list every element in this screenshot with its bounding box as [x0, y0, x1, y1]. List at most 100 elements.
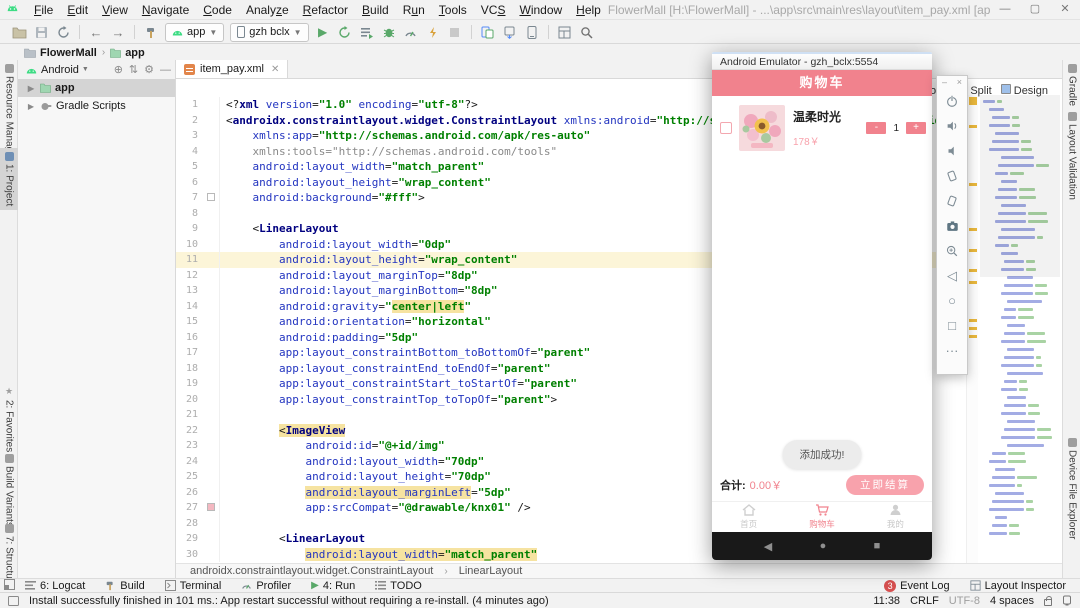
- emulator-more-icon[interactable]: ···: [937, 338, 967, 363]
- menu-code[interactable]: Code: [196, 3, 239, 17]
- rotate-right-icon[interactable]: [937, 188, 967, 213]
- toolstrip-favorites[interactable]: ★ 2: Favorites: [0, 386, 18, 452]
- build-hammer-icon[interactable]: [140, 23, 162, 41]
- emulator-minimize-icon[interactable]: –: [942, 77, 947, 87]
- toolbar-run[interactable]: ▶4: Run: [311, 580, 355, 592]
- screenshot-camera-icon[interactable]: [937, 213, 967, 238]
- menu-view[interactable]: View: [95, 3, 135, 17]
- expand-arrow-icon[interactable]: ▶: [26, 102, 36, 111]
- menu-edit[interactable]: Edit: [60, 3, 95, 17]
- layout-inspector-icon[interactable]: [554, 23, 576, 41]
- save-icon[interactable]: [30, 23, 52, 41]
- emulator-back-icon[interactable]: ◁: [937, 263, 967, 288]
- apply-changes-icon[interactable]: [422, 23, 444, 41]
- event-log-button[interactable]: 3Event Log: [884, 580, 950, 592]
- rerun-icon[interactable]: [334, 23, 356, 41]
- minimize-button[interactable]: —: [990, 0, 1020, 19]
- expand-arrow-icon[interactable]: ▶: [26, 84, 36, 93]
- back-arrow-icon[interactable]: ←: [85, 23, 107, 41]
- layout-inspector-button[interactable]: Layout Inspector: [970, 580, 1066, 592]
- collapse-all-icon[interactable]: ⇅: [129, 63, 138, 76]
- emulator-close-icon[interactable]: ×: [957, 77, 962, 87]
- menu-file[interactable]: File: [27, 3, 60, 17]
- crumb-constraintlayout[interactable]: androidx.constraintlayout.widget.Constra…: [190, 565, 433, 577]
- menu-window[interactable]: Window: [512, 3, 569, 17]
- run-config-select[interactable]: app ▼: [165, 23, 224, 42]
- minimap[interactable]: [980, 95, 1060, 563]
- emulator-home-icon[interactable]: ○: [937, 288, 967, 313]
- power-icon[interactable]: [937, 88, 967, 113]
- breadcrumb-module[interactable]: app: [110, 47, 145, 59]
- locate-file-icon[interactable]: ⊕: [114, 63, 123, 76]
- toolbar-profiler[interactable]: Profiler: [241, 580, 291, 592]
- breadcrumb-project[interactable]: FlowerMall: [24, 47, 97, 59]
- close-button[interactable]: ✕: [1050, 0, 1080, 19]
- menu-refactor[interactable]: Refactor: [296, 3, 355, 17]
- quantity-minus-button[interactable]: -: [866, 122, 886, 134]
- toolstrip-gradle[interactable]: Gradle: [1063, 64, 1080, 106]
- stop-icon[interactable]: [444, 23, 466, 41]
- nav-profile[interactable]: 我的: [859, 502, 932, 532]
- menu-analyze[interactable]: Analyze: [239, 3, 296, 17]
- maximize-button[interactable]: ▢: [1020, 0, 1050, 19]
- forward-arrow-icon[interactable]: →: [107, 23, 129, 41]
- debug-icon[interactable]: [378, 23, 400, 41]
- toolbar-terminal[interactable]: Terminal: [165, 580, 222, 592]
- emulator-title-bar[interactable]: Android Emulator - gzh_bclx:5554: [712, 52, 932, 70]
- device-manager-icon[interactable]: [477, 23, 499, 41]
- tab-close-icon[interactable]: ✕: [271, 64, 279, 75]
- toolwindow-switcher-icon[interactable]: [4, 579, 15, 593]
- android-back-button[interactable]: ◀: [764, 540, 772, 553]
- emulator-overview-icon[interactable]: □: [937, 313, 967, 338]
- nav-cart[interactable]: 购物车: [785, 502, 858, 532]
- notification-icon[interactable]: [1062, 595, 1072, 606]
- toolbar-todo[interactable]: TODO: [375, 580, 422, 592]
- status-line-separator[interactable]: CRLF: [910, 595, 939, 607]
- toolstrip-resource-manager[interactable]: Resource Manager: [0, 64, 18, 161]
- item-checkbox[interactable]: [720, 122, 732, 134]
- toolstrip-layout-validation[interactable]: Layout Validation: [1063, 112, 1080, 200]
- mode-design[interactable]: Design: [1001, 84, 1048, 97]
- toolstrip-device-file-explorer[interactable]: Device File Explorer: [1063, 438, 1080, 539]
- menu-tools[interactable]: Tools: [432, 3, 474, 17]
- hide-panel-icon[interactable]: —: [160, 64, 171, 76]
- search-everywhere-icon[interactable]: [576, 23, 598, 41]
- menu-build[interactable]: Build: [355, 3, 396, 17]
- status-indent[interactable]: 4 spaces: [990, 595, 1034, 607]
- nav-home[interactable]: 首页: [712, 502, 785, 532]
- rotate-left-icon[interactable]: [937, 163, 967, 188]
- toolstrip-build-variants[interactable]: Build Variants: [0, 454, 18, 527]
- profiler-icon[interactable]: [400, 23, 422, 41]
- run-button[interactable]: ▶: [312, 23, 334, 41]
- project-view-select[interactable]: Android: [41, 64, 79, 76]
- zoom-icon[interactable]: [937, 238, 967, 263]
- tree-item-gradle-scripts[interactable]: ▶ Gradle Scripts: [18, 97, 175, 115]
- menu-vcs[interactable]: VCS: [474, 3, 513, 17]
- status-encoding[interactable]: UTF-8: [949, 595, 980, 607]
- toolbar-logcat[interactable]: 6: Logcat: [25, 580, 85, 592]
- status-message[interactable]: Install successfully finished in 101 ms.…: [29, 595, 863, 607]
- toolstrip-project[interactable]: 1: Project: [0, 148, 18, 210]
- device-select[interactable]: gzh bclx ▼: [230, 23, 308, 42]
- lock-icon[interactable]: [1044, 599, 1052, 606]
- avd-manager-icon[interactable]: [521, 23, 543, 41]
- android-recents-button[interactable]: ■: [874, 540, 881, 552]
- sync-icon[interactable]: [52, 23, 74, 41]
- open-folder-icon[interactable]: [8, 23, 30, 41]
- menu-help[interactable]: Help: [569, 3, 608, 17]
- settings-gear-icon[interactable]: ⚙: [144, 63, 154, 76]
- checkout-button[interactable]: 立即结算: [846, 475, 924, 495]
- crumb-linearlayout[interactable]: LinearLayout: [459, 565, 523, 577]
- volume-up-icon[interactable]: [937, 113, 967, 138]
- menu-navigate[interactable]: Navigate: [135, 3, 196, 17]
- product-image[interactable]: [739, 105, 785, 151]
- tree-item-app[interactable]: ▶ app: [18, 79, 175, 97]
- menu-run[interactable]: Run: [396, 3, 432, 17]
- volume-down-icon[interactable]: [937, 138, 967, 163]
- run-coverage-icon[interactable]: [356, 23, 378, 41]
- tab-item-pay-xml[interactable]: item_pay.xml ✕: [176, 60, 288, 78]
- toolbar-build[interactable]: Build: [105, 580, 144, 592]
- android-home-button[interactable]: ●: [820, 540, 827, 552]
- sdk-manager-icon[interactable]: [499, 23, 521, 41]
- quantity-plus-button[interactable]: +: [906, 122, 926, 134]
